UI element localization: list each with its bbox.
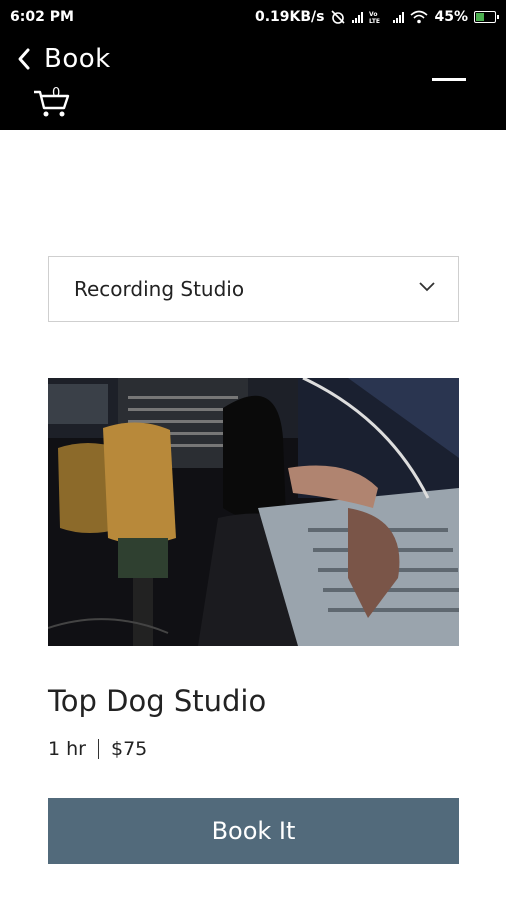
battery-icon — [474, 11, 499, 23]
service-category-select[interactable]: Recording Studio — [48, 256, 459, 322]
chevron-left-icon — [18, 48, 30, 70]
status-bar: 6:02 PM 0.19KB/s Vo LTE 45% — [0, 0, 506, 36]
status-time: 6:02 PM — [10, 9, 74, 25]
alarm-off-icon — [331, 10, 346, 24]
volte-icon: Vo LTE — [369, 11, 380, 24]
meta-divider — [97, 739, 99, 759]
svg-text:LTE: LTE — [369, 18, 380, 24]
service-duration: 1 hr — [48, 738, 86, 760]
back-button[interactable] — [10, 44, 38, 74]
service-meta: 1 hr $75 — [48, 738, 147, 760]
wifi-icon — [410, 10, 429, 24]
select-value: Recording Studio — [74, 277, 245, 301]
page-title: Book — [44, 44, 111, 74]
network-speed: 0.19KB/s — [254, 9, 325, 25]
signal-icon-2 — [393, 11, 405, 23]
service-name: Top Dog Studio — [48, 684, 267, 718]
book-it-button[interactable]: Book It — [48, 798, 459, 864]
cart-count-badge: 0 — [52, 86, 61, 101]
menu-button[interactable] — [432, 74, 470, 84]
service-price: $75 — [110, 738, 148, 760]
app-header: Book 0 — [0, 36, 506, 130]
hamburger-menu-icon — [432, 77, 466, 81]
status-icons: 0.19KB/s Vo LTE 45% — [254, 9, 499, 25]
svg-text:Vo: Vo — [369, 11, 377, 18]
chevron-down-icon — [419, 282, 435, 292]
studio-photo — [48, 378, 459, 646]
signal-icon — [352, 11, 364, 23]
battery-percent: 45% — [434, 9, 468, 25]
